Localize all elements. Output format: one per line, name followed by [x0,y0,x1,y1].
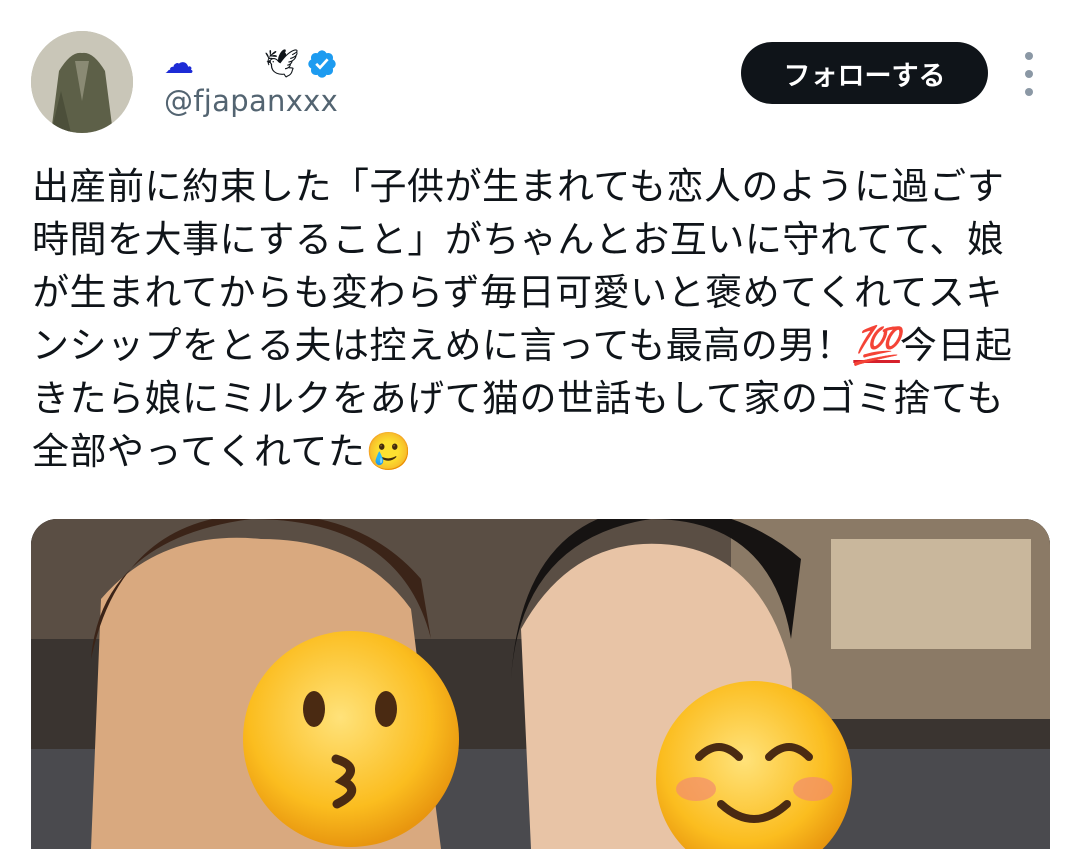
more-dot [1025,88,1033,96]
smiling-tear-icon: 🥲 [365,430,413,473]
cloud-icon: ☁ [164,46,194,81]
user-handle[interactable]: @fjapanxxx [164,84,338,118]
dove-icon: 🕊 [264,47,300,80]
more-dot [1025,52,1033,60]
avatar[interactable] [31,31,133,133]
tweet-text: 出産前に約束した「子供が生まれても恋人のように過ごす時間を大事にすること」がちゃ… [32,160,1032,478]
photo-image [31,519,1050,849]
avatar-image [31,31,133,133]
more-vertical-icon[interactable] [1018,52,1040,96]
tweet-photo[interactable] [31,519,1050,849]
verified-badge-icon [307,50,336,78]
follow-button[interactable]: フォローする [741,42,988,104]
hundred-points-icon: 💯 [853,324,900,367]
display-name[interactable]: ☁ 🕊 [164,44,338,84]
more-dot [1025,70,1033,78]
